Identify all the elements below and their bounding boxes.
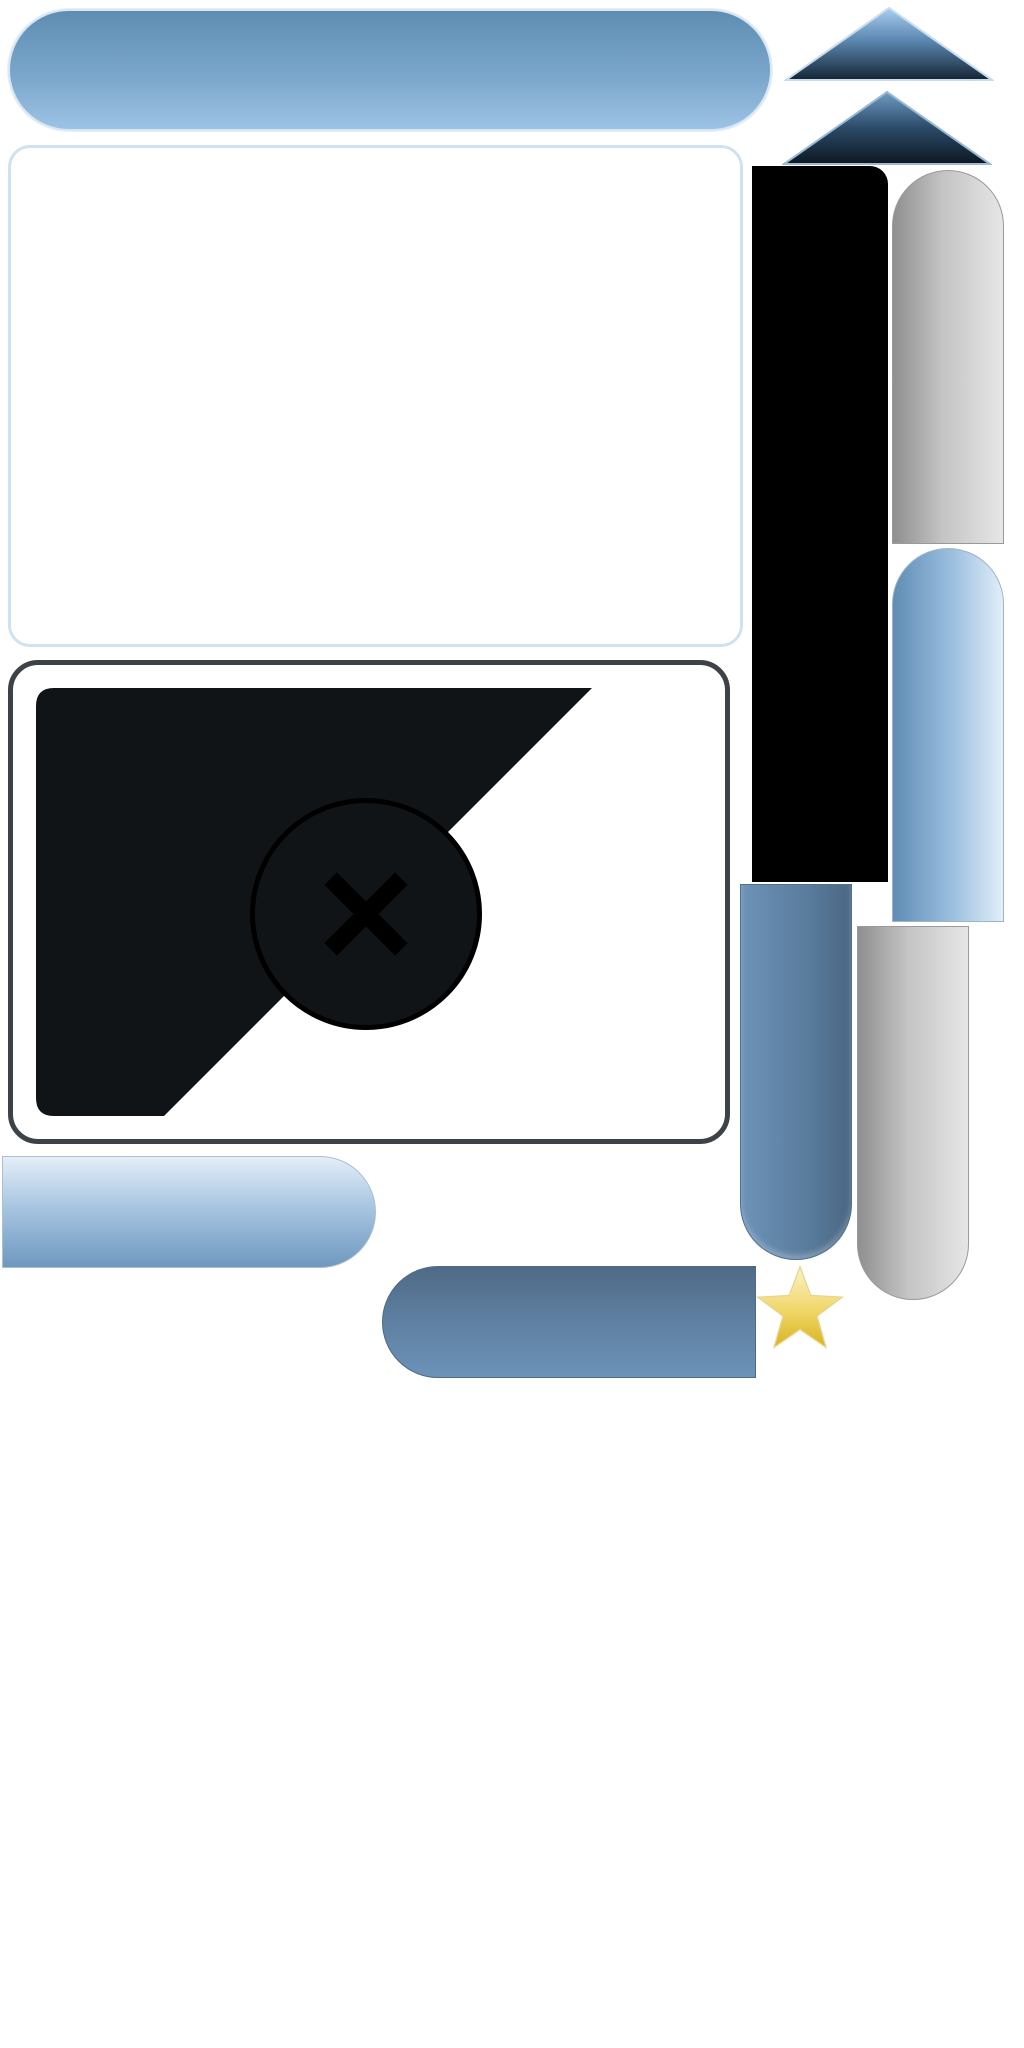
- dark-blue-horizontal-pill[interactable]: [382, 1266, 756, 1378]
- star-icon[interactable]: [755, 1265, 845, 1351]
- triangle-up-icon[interactable]: [784, 6, 994, 82]
- gray-vertical-pill-bottom[interactable]: [857, 926, 969, 1300]
- top-blue-pill-button[interactable]: [8, 9, 772, 131]
- gray-vertical-pill-top[interactable]: [892, 170, 1004, 544]
- dark-blue-vertical-pill[interactable]: [740, 884, 852, 1260]
- triangle-up-icon[interactable]: [782, 90, 992, 166]
- blue-vertical-pill[interactable]: [892, 548, 1004, 922]
- black-vertical-bar: [752, 166, 888, 882]
- empty-content-panel: [8, 145, 743, 647]
- close-icon[interactable]: [250, 798, 482, 1030]
- light-blue-horizontal-pill[interactable]: [2, 1156, 376, 1268]
